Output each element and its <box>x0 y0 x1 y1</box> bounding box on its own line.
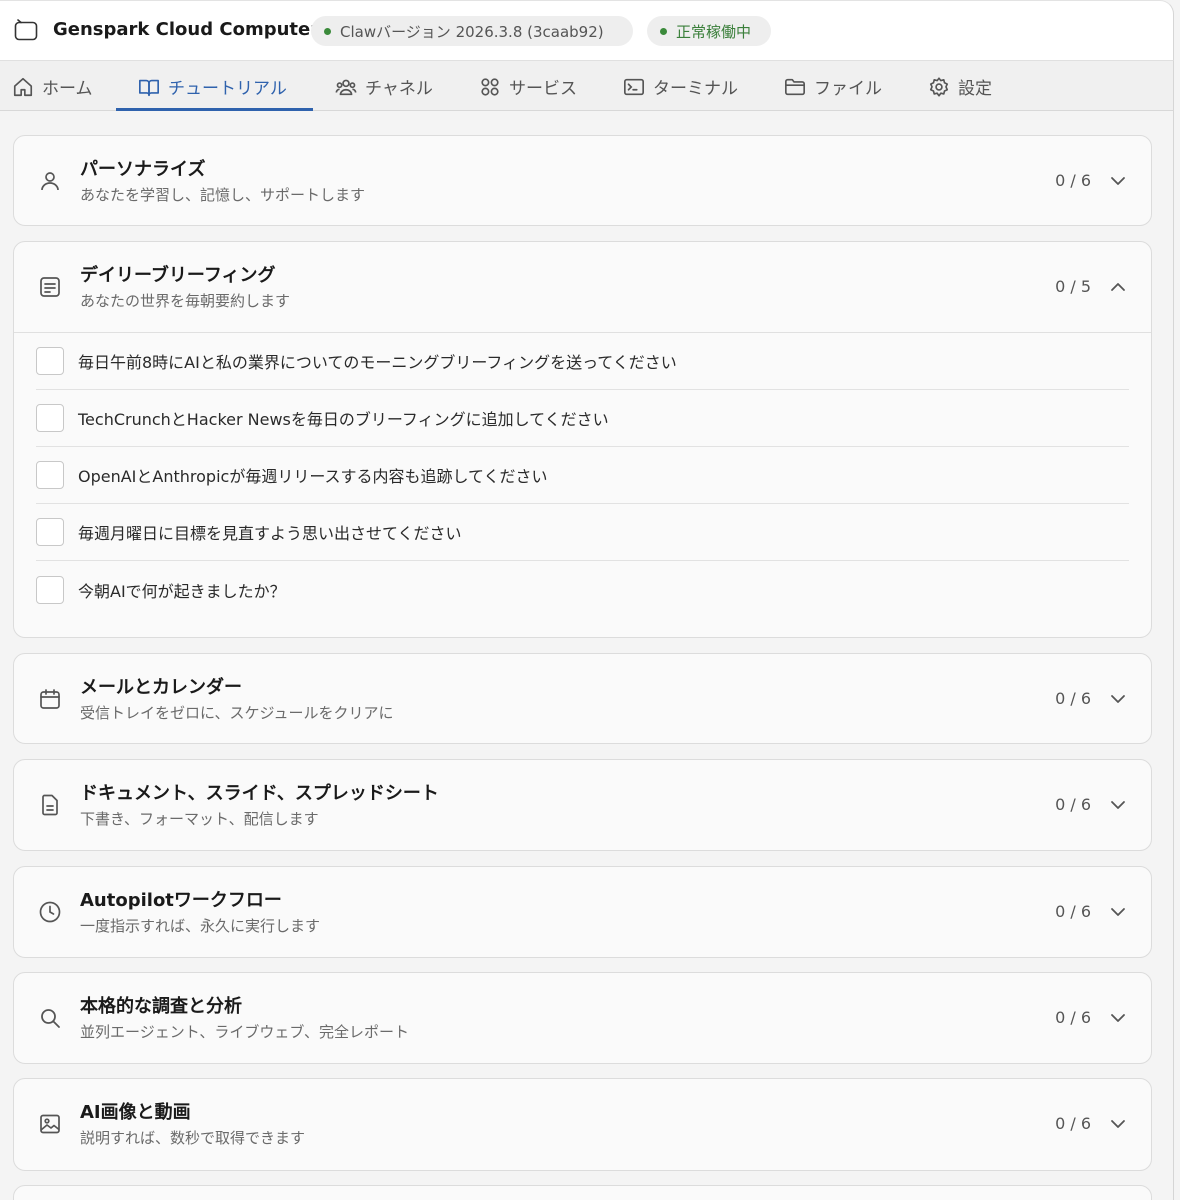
image-icon <box>40 1114 60 1134</box>
tab-files[interactable]: ファイル <box>784 61 882 112</box>
tab-label: ファイル <box>814 79 882 99</box>
grid-icon <box>481 77 499 96</box>
section-research-analysis: 本格的な調査と分析 並列エージェント、ライブウェブ、完全レポート 0 / 6 <box>13 972 1152 1064</box>
tab-label: チャネル <box>365 79 433 99</box>
document-icon <box>42 794 58 816</box>
task-checkbox[interactable] <box>36 461 64 489</box>
tab-channels[interactable]: チャネル <box>335 61 433 112</box>
section-header[interactable]: ドキュメント、スライド、スプレッドシート 下書き、フォーマット、配信します 0 … <box>14 760 1151 850</box>
tab-label: ホーム <box>42 79 93 99</box>
chevron-up-icon[interactable] <box>1109 278 1127 296</box>
users-icon <box>335 79 357 95</box>
book-icon <box>139 79 159 96</box>
task-checkbox[interactable] <box>36 404 64 432</box>
task-list: 毎日午前8時にAIと私の業界についてのモーニングブリーフィングを送ってください … <box>14 332 1151 618</box>
section-daily-briefing: デイリーブリーフィング あなたの世界を毎朝要約します 0 / 5 毎日午前8時に… <box>13 241 1152 638</box>
tab-tutorial[interactable]: チュートリアル <box>138 61 287 112</box>
section-mail-calendar: メールとカレンダー 受信トレイをゼロに、スケジュールをクリアに 0 / 6 <box>13 653 1152 744</box>
tab-label: サービス <box>509 79 577 99</box>
section-subtitle: 一度指示すれば、永久に実行します <box>80 917 321 935</box>
task-checkbox[interactable] <box>36 518 64 546</box>
section-progress: 0 / 6 <box>1055 171 1091 190</box>
tab-terminal[interactable]: ターミナル <box>623 61 738 112</box>
section-title: 本格的な調査と分析 <box>80 996 242 1017</box>
app-title: Genspark Cloud Computer <box>53 19 320 40</box>
tab-services[interactable]: サービス <box>479 61 577 112</box>
tab-label: チュートリアル <box>168 79 287 99</box>
version-label: Clawバージョン 2026.3.8 (3caab92) <box>340 22 604 41</box>
section-progress: 0 / 5 <box>1055 277 1091 296</box>
note-icon <box>40 277 60 297</box>
task-label: 毎週月曜日に目標を見直すよう思い出させてください <box>78 524 462 543</box>
task-checkbox[interactable] <box>36 575 64 604</box>
task-label: OpenAIとAnthropicが毎週リリースする内容も追跡してください <box>78 467 548 486</box>
tab-label: 設定 <box>958 79 992 99</box>
chevron-down-icon[interactable] <box>1109 690 1127 708</box>
window-icon <box>14 19 38 41</box>
section-progress: 0 / 6 <box>1055 1008 1091 1027</box>
search-icon <box>41 1009 60 1028</box>
section-title: デイリーブリーフィング <box>80 265 276 286</box>
task-label: 毎日午前8時にAIと私の業界についてのモーニングブリーフィングを送ってください <box>78 353 677 372</box>
section-title: メールとカレンダー <box>80 677 242 698</box>
status-badge: 正常稼働中 <box>647 16 771 46</box>
section-header[interactable]: Autopilotワークフロー 一度指示すれば、永久に実行します 0 / 6 <box>14 867 1151 957</box>
task-item[interactable]: OpenAIとAnthropicが毎週リリースする内容も追跡してください <box>36 447 1129 504</box>
chevron-down-icon[interactable] <box>1109 1115 1127 1133</box>
task-item[interactable]: 毎週月曜日に目標を見直すよう思い出させてください <box>36 504 1129 561</box>
section-title: パーソナライズ <box>80 159 206 180</box>
person-icon <box>41 172 59 191</box>
section-progress: 0 / 6 <box>1055 1114 1091 1133</box>
home-icon <box>13 77 33 96</box>
tab-settings[interactable]: 設定 <box>928 61 992 112</box>
section-subtitle: 説明すれば、数秒で取得できます <box>80 1129 306 1147</box>
section-docs-slides-sheets: ドキュメント、スライド、スプレッドシート 下書き、フォーマット、配信します 0 … <box>13 759 1152 851</box>
calendar-icon <box>40 689 60 709</box>
section-subtitle: 下書き、フォーマット、配信します <box>80 810 319 828</box>
section-title: Autopilotワークフロー <box>80 890 282 911</box>
clock-icon <box>39 901 61 923</box>
section-header[interactable]: メールとカレンダー 受信トレイをゼロに、スケジュールをクリアに 0 / 6 <box>14 654 1151 744</box>
top-bar: Genspark Cloud Computer Clawバージョン 2026.3… <box>0 0 1174 60</box>
section-personalize: パーソナライズ あなたを学習し、記憶し、サポートします 0 / 6 <box>13 135 1152 226</box>
tab-home[interactable]: ホーム <box>12 61 93 112</box>
section-progress: 0 / 6 <box>1055 795 1091 814</box>
task-item[interactable]: TechCrunchとHacker Newsを毎日のブリーフィングに追加してくだ… <box>36 390 1129 447</box>
folder-icon <box>785 78 805 95</box>
terminal-icon <box>624 78 644 95</box>
chevron-down-icon[interactable] <box>1109 1009 1127 1027</box>
chevron-down-icon[interactable] <box>1109 172 1127 190</box>
section-progress: 0 / 6 <box>1055 689 1091 708</box>
task-item[interactable]: 毎日午前8時にAIと私の業界についてのモーニングブリーフィングを送ってください <box>36 333 1129 390</box>
section-subtitle: 並列エージェント、ライブウェブ、完全レポート <box>80 1023 409 1041</box>
section-header[interactable]: AI画像と動画 説明すれば、数秒で取得できます 0 / 6 <box>14 1079 1151 1169</box>
section-title: AI画像と動画 <box>80 1102 191 1123</box>
tutorial-content: パーソナライズ あなたを学習し、記憶し、サポートします 0 / 6 デイリーブリ… <box>0 111 1174 1200</box>
version-badge: Clawバージョン 2026.3.8 (3caab92) <box>311 16 633 46</box>
status-dot-icon <box>324 27 331 35</box>
section-title: ドキュメント、スライド、スプレッドシート <box>80 783 439 804</box>
task-item[interactable]: 今朝AIで何が起きましたか？ <box>36 561 1129 618</box>
task-label: 今朝AIで何が起きましたか？ <box>78 581 286 601</box>
status-label: 正常稼働中 <box>676 22 752 41</box>
section-autopilot-workflow: Autopilotワークフロー 一度指示すれば、永久に実行します 0 / 6 <box>13 866 1152 958</box>
section-subtitle: あなたの世界を毎朝要約します <box>80 292 291 310</box>
chevron-down-icon[interactable] <box>1109 796 1127 814</box>
tab-bar: ホーム チュートリアル チャネル サービス ターミナル ファイル 設定 <box>0 60 1174 111</box>
section-header[interactable]: デイリーブリーフィング あなたの世界を毎朝要約します 0 / 5 <box>14 242 1151 332</box>
section-header[interactable]: 本格的な調査と分析 並列エージェント、ライブウェブ、完全レポート 0 / 6 <box>14 973 1151 1063</box>
status-dot-icon <box>660 27 667 35</box>
section-ai-image-video: AI画像と動画 説明すれば、数秒で取得できます 0 / 6 <box>13 1078 1152 1171</box>
gear-icon <box>929 76 949 97</box>
task-label: TechCrunchとHacker Newsを毎日のブリーフィングに追加してくだ… <box>78 410 609 429</box>
chevron-down-icon[interactable] <box>1109 903 1127 921</box>
tab-label: ターミナル <box>653 79 738 99</box>
section-header[interactable]: パーソナライズ あなたを学習し、記憶し、サポートします 0 / 6 <box>14 136 1151 226</box>
section-subtitle: 受信トレイをゼロに、スケジュールをクリアに <box>80 704 394 722</box>
section-progress: 0 / 6 <box>1055 902 1091 921</box>
section-next-partial <box>13 1185 1152 1200</box>
task-checkbox[interactable] <box>36 347 64 375</box>
section-subtitle: あなたを学習し、記憶し、サポートします <box>80 186 366 204</box>
